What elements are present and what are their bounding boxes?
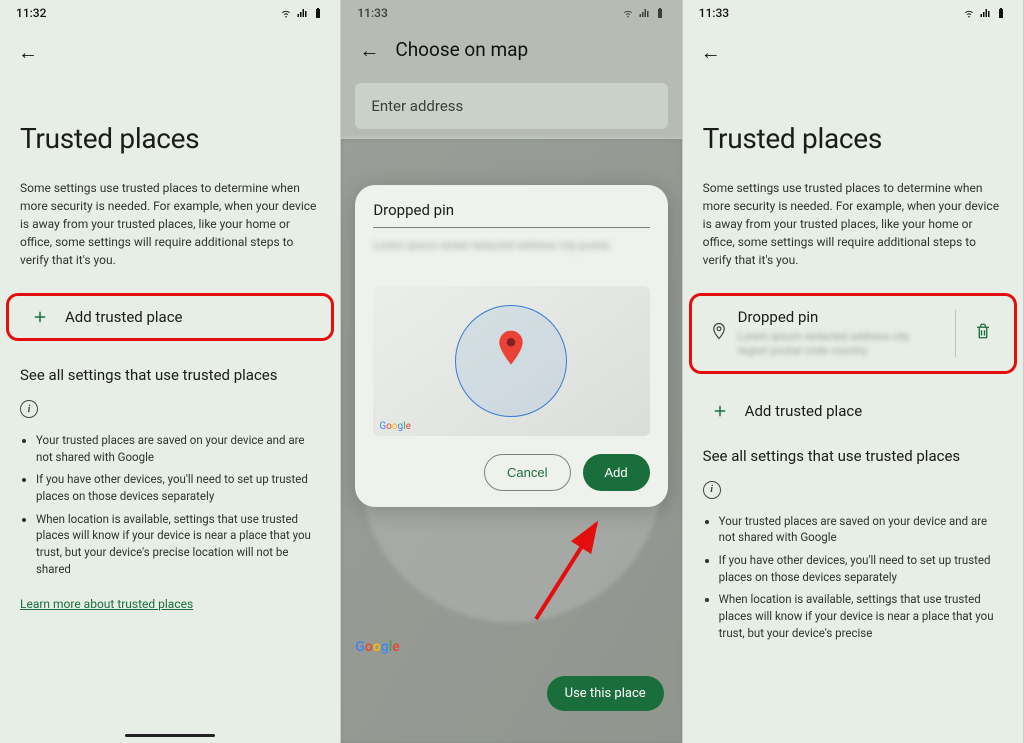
topbar: ←: [0, 24, 340, 72]
list-item: Your trusted places are saved on your de…: [36, 432, 320, 465]
topbar: ←: [683, 24, 1023, 72]
page-description: Some settings use trusted places to dete…: [703, 179, 1003, 269]
info-icon: [20, 400, 38, 418]
page-description: Some settings use trusted places to dete…: [20, 179, 320, 269]
info-bullets: Your trusted places are saved on your de…: [20, 432, 320, 583]
topbar: ← Choose on map: [341, 24, 681, 75]
home-indicator[interactable]: [125, 734, 215, 737]
status-bar: 11:33: [341, 0, 681, 24]
section-title[interactable]: See all settings that use trusted places: [20, 365, 320, 386]
wifi-icon: [280, 7, 292, 19]
info-bullets: Your trusted places are saved on your de…: [703, 513, 1003, 648]
modal-title: Dropped pin: [373, 201, 649, 228]
google-logo: Google: [379, 421, 411, 432]
delete-button[interactable]: [970, 318, 996, 348]
signal-icon: [638, 7, 650, 19]
list-item: If you have other devices, you'll need t…: [719, 552, 1003, 585]
list-item: When location is available, settings tha…: [719, 591, 1003, 641]
status-bar: 11:33: [683, 0, 1023, 24]
add-trusted-place-row[interactable]: Add trusted place: [23, 296, 317, 338]
cancel-button[interactable]: Cancel: [484, 454, 570, 491]
search-address-input[interactable]: Enter address: [355, 83, 667, 129]
trusted-place-address-blurred: Lorem ipsum redacted address city region…: [738, 330, 918, 359]
back-arrow-icon[interactable]: ←: [701, 42, 721, 62]
status-time: 11:33: [699, 6, 729, 20]
modal-address-blurred: Lorem ipsum street redacted address city…: [373, 238, 649, 276]
add-trusted-place-label: Add trusted place: [745, 402, 863, 420]
battery-icon: [654, 7, 666, 19]
status-time: 11:33: [357, 6, 387, 20]
highlight-add-trusted: Add trusted place: [6, 293, 334, 341]
learn-more-link[interactable]: Learn more about trusted places: [20, 597, 320, 611]
topbar-title: Choose on map: [395, 38, 528, 61]
status-icons: [280, 7, 324, 19]
info-icon: [703, 481, 721, 499]
battery-icon: [995, 7, 1007, 19]
add-trusted-place-row[interactable]: Add trusted place: [703, 390, 1003, 432]
screen-trusted-places-with-pin: 11:33 ← Trusted places Some settings use…: [683, 0, 1024, 743]
modal-actions: Cancel Add: [373, 454, 649, 491]
back-arrow-icon[interactable]: ←: [359, 40, 379, 60]
list-item: Your trusted places are saved on your de…: [719, 513, 1003, 546]
wifi-icon: [963, 7, 975, 19]
status-bar: 11:32: [0, 0, 340, 24]
plus-icon: [709, 402, 731, 420]
map-pin-icon: [498, 331, 524, 369]
wifi-icon: [622, 7, 634, 19]
plus-icon: [29, 308, 51, 326]
back-arrow-icon[interactable]: ←: [18, 42, 38, 62]
signal-icon: [979, 7, 991, 19]
trusted-place-row[interactable]: Dropped pin Lorem ipsum redacted address…: [706, 296, 1000, 371]
status-time: 11:32: [16, 6, 46, 20]
dropped-pin-modal: Dropped pin Lorem ipsum street redacted …: [355, 185, 667, 507]
status-icons: [622, 7, 666, 19]
list-item: When location is available, settings tha…: [36, 511, 320, 578]
signal-icon: [296, 7, 308, 19]
screen-trusted-places-empty: 11:32 ← Trusted places Some settings use…: [0, 0, 341, 743]
divider: [955, 310, 956, 357]
add-button[interactable]: Add: [583, 454, 650, 491]
trusted-place-title: Dropped pin: [738, 308, 941, 326]
list-item: If you have other devices, you'll need t…: [36, 471, 320, 504]
status-icons: [963, 7, 1007, 19]
modal-map-preview: Google: [373, 286, 649, 436]
section-title[interactable]: See all settings that use trusted places: [703, 446, 1003, 467]
location-pin-icon: [710, 322, 728, 344]
battery-icon: [312, 7, 324, 19]
highlight-dropped-pin: Dropped pin Lorem ipsum redacted address…: [689, 293, 1017, 374]
page-title: Trusted places: [703, 122, 1003, 155]
use-this-place-button[interactable]: Use this place: [547, 676, 664, 711]
page-title: Trusted places: [20, 122, 320, 155]
google-logo: Google: [355, 639, 399, 655]
screen-choose-on-map: 11:33 ← Choose on map Enter address Drop…: [341, 0, 682, 743]
add-trusted-place-label: Add trusted place: [65, 308, 183, 326]
search-placeholder: Enter address: [371, 97, 463, 115]
map-area[interactable]: Dropped pin Lorem ipsum street redacted …: [341, 139, 681, 743]
